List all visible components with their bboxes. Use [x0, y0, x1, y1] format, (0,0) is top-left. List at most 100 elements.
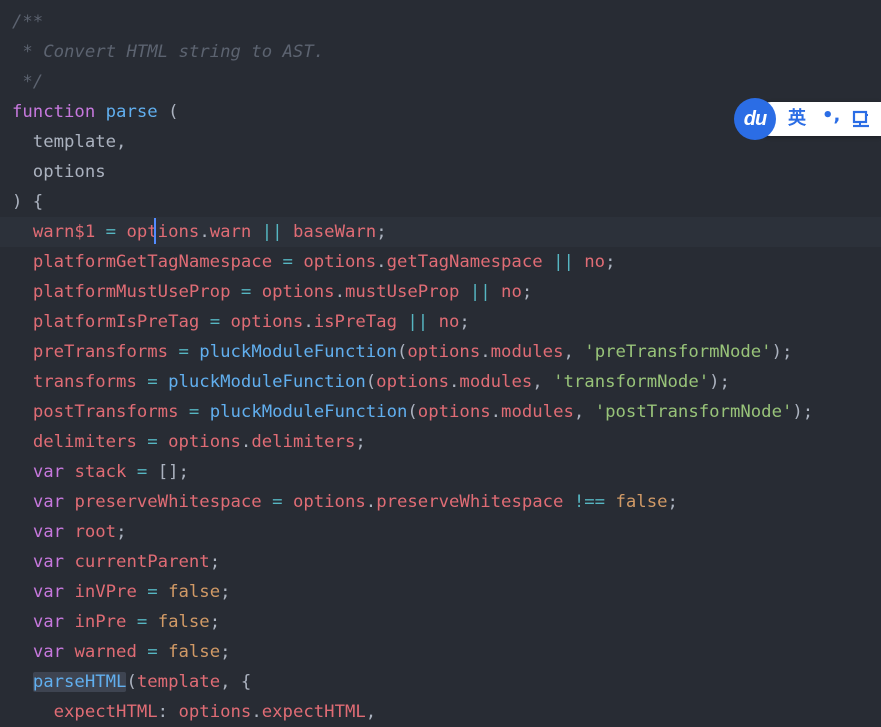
cup-icon[interactable]	[852, 110, 870, 128]
code-token: pluckModuleFunction	[209, 402, 408, 422]
code-token: ,	[563, 342, 585, 362]
code-token: =	[178, 342, 189, 362]
code-line[interactable]: warn$1 = options.warn || baseWarn;	[0, 217, 881, 247]
code-token: false	[168, 642, 221, 662]
code-token: .	[240, 432, 252, 452]
code-line[interactable]: postTransforms = pluckModuleFunction(opt…	[0, 397, 881, 427]
code-line[interactable]: var inVPre = false;	[0, 577, 881, 607]
code-token: ||	[407, 312, 429, 332]
code-token: baseWarn	[292, 222, 377, 242]
code-token: warned	[74, 642, 137, 662]
code-token: ;	[355, 432, 366, 452]
code-token: 'transformNode'	[553, 372, 710, 392]
code-line[interactable]: /**	[0, 7, 881, 37]
code-token: [];	[157, 462, 189, 482]
code-token: .	[334, 282, 345, 302]
code-line[interactable]: delimiters = options.delimiters;	[0, 427, 881, 457]
code-line[interactable]: var stack = [];	[0, 457, 881, 487]
code-line[interactable]: platformIsPreTag = options.isPreTag || n…	[0, 307, 881, 337]
code-line[interactable]: var inPre = false;	[0, 607, 881, 637]
code-token: options	[303, 252, 377, 272]
code-line[interactable]: var warned = false;	[0, 637, 881, 667]
ime-toolbar[interactable]: du 英 •,	[734, 98, 881, 140]
code-line[interactable]: platformMustUseProp = options.mustUsePro…	[0, 277, 881, 307]
ime-punctuation-toggle[interactable]: •,	[822, 106, 840, 126]
code-token: =	[147, 642, 158, 662]
code-token: inPre	[74, 612, 127, 632]
code-token: var	[32, 462, 65, 482]
code-token: var	[32, 492, 65, 512]
code-line[interactable]: platformGetTagNamespace = options.getTag…	[0, 247, 881, 277]
code-token: options	[376, 372, 450, 392]
code-token: getTagNamespace	[386, 252, 543, 272]
code-line[interactable]: expectHTML: options.expectHTML,	[0, 697, 881, 727]
code-token: ;	[209, 552, 221, 572]
code-token: ;	[116, 522, 127, 542]
code-token: .	[303, 312, 314, 332]
code-token: platformGetTagNamespace	[32, 252, 273, 272]
code-token: template,	[12, 132, 127, 152]
code-token: (	[407, 402, 418, 422]
code-token: ,	[365, 702, 377, 722]
code-token: false	[157, 612, 210, 632]
code-token: options	[126, 222, 200, 242]
code-token: template	[136, 672, 221, 692]
code-token: options	[407, 342, 481, 362]
code-token: modules	[501, 402, 574, 422]
code-token: =	[188, 402, 200, 422]
ime-logo[interactable]: du	[734, 98, 776, 140]
code-token: );	[771, 342, 793, 362]
code-line[interactable]: preTransforms = pluckModuleFunction(opti…	[0, 337, 881, 367]
code-line[interactable]: */	[0, 67, 881, 97]
code-line[interactable]: * Convert HTML string to AST.	[0, 37, 881, 67]
code-line[interactable]: var currentParent;	[0, 547, 881, 577]
ime-language-toggle[interactable]: 英	[788, 109, 806, 129]
code-token: (	[396, 342, 408, 362]
code-token: ;	[521, 282, 533, 302]
code-line[interactable]: options	[0, 157, 881, 187]
code-token: .	[490, 402, 502, 422]
code-token: ;	[459, 312, 470, 332]
code-line[interactable]: var root;	[0, 517, 881, 547]
code-line[interactable]: transforms = pluckModuleFunction(options…	[0, 367, 881, 397]
code-token: preserveWhitespace	[376, 492, 564, 512]
code-line[interactable]: ) {	[0, 187, 881, 217]
code-token: currentParent	[74, 552, 210, 572]
code-line[interactable]: parseHTML(template, {	[0, 667, 881, 697]
code-token: =	[282, 252, 293, 272]
code-token: ||	[261, 222, 283, 242]
code-line[interactable]: var preserveWhitespace = options.preserv…	[0, 487, 881, 517]
code-token: expectHTML	[261, 702, 366, 722]
